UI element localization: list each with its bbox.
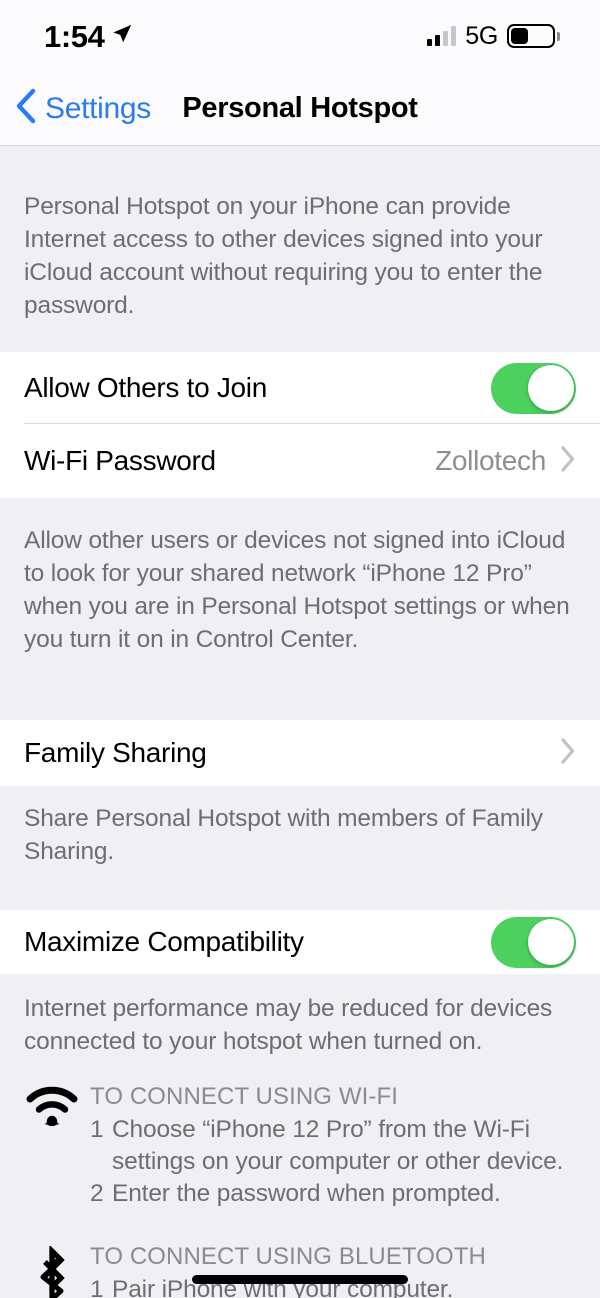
bluetooth-instructions-body: TO CONNECT USING BLUETOOTH 1 Pair iPhone… <box>82 1240 576 1298</box>
spacer-after-maximize <box>0 974 600 992</box>
bluetooth-instructions: TO CONNECT USING BLUETOOTH 1 Pair iPhone… <box>0 1240 600 1298</box>
maximize-compatibility-toggle[interactable] <box>491 916 576 968</box>
wifi-instructions-heading: TO CONNECT USING WI-FI <box>90 1083 398 1110</box>
row-wifi-password[interactable]: Wi-Fi Password Zollotech <box>0 424 600 498</box>
location-arrow-icon <box>111 23 133 50</box>
chevron-right-icon <box>560 737 576 770</box>
family-sharing-footnote: Share Personal Hotspot with members of F… <box>0 802 600 868</box>
spacer-before-bluetooth-instructions <box>0 1210 600 1240</box>
wifi-password-right: Zollotech <box>435 445 576 478</box>
spacer-before-maximize <box>0 868 600 910</box>
family-sharing-label: Family Sharing <box>24 737 207 768</box>
cellular-signal-icon <box>427 26 457 46</box>
status-bar-time: 1:54 <box>44 18 105 54</box>
step-number: 1 <box>90 1116 104 1143</box>
wifi-instructions-body: TO CONNECT USING WI-FI 1 Choose “iPhone … <box>82 1080 576 1210</box>
allow-others-toggle[interactable] <box>491 362 576 414</box>
spacer-before-wifi-instructions <box>0 1058 600 1080</box>
allow-others-label: Allow Others to Join <box>24 372 267 403</box>
step-text: Choose “iPhone 12 Pro” from the Wi-Fi se… <box>112 1116 564 1175</box>
row-allow-others-to-join[interactable]: Allow Others to Join <box>0 352 600 424</box>
instruction-step: 1 Choose “iPhone 12 Pro” from the Wi-Fi … <box>90 1114 576 1178</box>
maximize-compatibility-group: Maximize Compatibility <box>0 910 600 974</box>
status-bar-left: 1:54 <box>44 21 133 52</box>
wifi-password-value: Zollotech <box>435 445 546 476</box>
personal-hotspot-screen: 1:54 5G Settings Personal Hotspot Person… <box>0 0 600 1298</box>
maximize-compatibility-label: Maximize Compatibility <box>24 926 304 957</box>
wifi-password-label: Wi-Fi Password <box>24 445 216 476</box>
instruction-step: 2 Enter the password when prompted. <box>90 1178 576 1210</box>
spacer-before-family-sharing <box>0 690 600 720</box>
navigation-bar: Settings Personal Hotspot <box>0 72 600 146</box>
hotspot-settings-group: Allow Others to Join Wi-Fi Password Zoll… <box>0 352 600 498</box>
spacer-after-hotspot-group <box>0 498 600 524</box>
step-text: Enter the password when prompted. <box>112 1180 501 1207</box>
wifi-instructions: TO CONNECT USING WI-FI 1 Choose “iPhone … <box>0 1080 600 1210</box>
intro-footnote: Personal Hotspot on your iPhone can prov… <box>0 190 600 352</box>
back-button[interactable]: Settings <box>14 88 151 129</box>
status-bar-right: 5G <box>427 21 560 50</box>
allow-others-footnote: Allow other users or devices not signed … <box>0 524 600 690</box>
status-bar: 1:54 5G <box>0 0 600 72</box>
row-family-sharing[interactable]: Family Sharing <box>0 720 600 786</box>
bluetooth-instructions-heading: TO CONNECT USING BLUETOOTH <box>90 1243 486 1270</box>
home-indicator[interactable] <box>192 1275 408 1284</box>
network-type-label: 5G <box>465 21 498 50</box>
step-number: 1 <box>90 1276 104 1298</box>
step-number: 2 <box>90 1180 104 1207</box>
battery-icon <box>507 24 560 48</box>
wifi-icon <box>22 1080 82 1210</box>
bluetooth-icon <box>22 1240 82 1298</box>
family-sharing-group: Family Sharing <box>0 720 600 786</box>
spacer-after-family-sharing <box>0 786 600 802</box>
maximize-compatibility-footnote: Internet performance may be reduced for … <box>0 992 600 1058</box>
chevron-right-icon <box>560 445 576 478</box>
chevron-left-icon <box>14 88 36 129</box>
spacer-top <box>0 146 600 190</box>
row-maximize-compatibility[interactable]: Maximize Compatibility <box>0 910 600 974</box>
back-button-label: Settings <box>45 91 151 125</box>
